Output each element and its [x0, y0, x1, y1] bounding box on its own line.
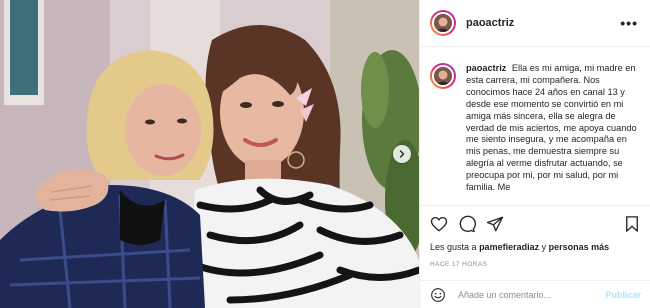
- likes-summary: Les gusta a pamefieradiaz y personas más: [430, 242, 610, 252]
- instagram-post: paoactriz ••• paoactriz Ella es mi amiga…: [0, 0, 650, 308]
- chevron-right-icon: [399, 150, 405, 158]
- comment-bubble-icon[interactable]: [458, 215, 476, 233]
- avatar: [432, 65, 454, 87]
- likes-count-link[interactable]: personas más: [549, 242, 610, 252]
- header-username-link[interactable]: paoactriz: [466, 17, 620, 29]
- post-photo[interactable]: [0, 0, 419, 308]
- bookmark-icon[interactable]: [623, 215, 641, 233]
- heart-icon[interactable]: [430, 215, 448, 233]
- liker-username-link[interactable]: pamefieradiaz: [479, 242, 539, 252]
- comment-input[interactable]: [458, 289, 606, 300]
- post-caption: paoactriz Ella es mi amiga, mi madre en …: [420, 48, 650, 205]
- post-actions: Les gusta a pamefieradiaz y personas más…: [420, 205, 650, 268]
- caption-username-link[interactable]: paoactriz: [466, 63, 506, 73]
- caption-story-ring[interactable]: [430, 63, 456, 89]
- post-timestamp[interactable]: HACE 17 HORAS: [430, 261, 641, 268]
- avatar: [432, 12, 454, 34]
- story-ring[interactable]: [430, 10, 456, 36]
- publish-button[interactable]: Publicar: [605, 290, 641, 300]
- comment-form: Publicar: [420, 280, 650, 308]
- emoji-smile-icon[interactable]: [430, 287, 446, 303]
- post-header: paoactriz •••: [420, 0, 650, 47]
- post-side-panel: paoactriz ••• paoactriz Ella es mi amiga…: [419, 0, 650, 308]
- post-image: [0, 0, 419, 308]
- caption-text: paoactriz Ella es mi amiga, mi madre en …: [466, 63, 641, 205]
- caption-body: Ella es mi amiga, mi madre en esta carre…: [466, 63, 637, 193]
- paper-plane-icon[interactable]: [486, 215, 504, 233]
- next-photo-button[interactable]: [393, 145, 411, 163]
- action-icon-row: [430, 206, 641, 242]
- more-options-icon[interactable]: •••: [620, 15, 638, 31]
